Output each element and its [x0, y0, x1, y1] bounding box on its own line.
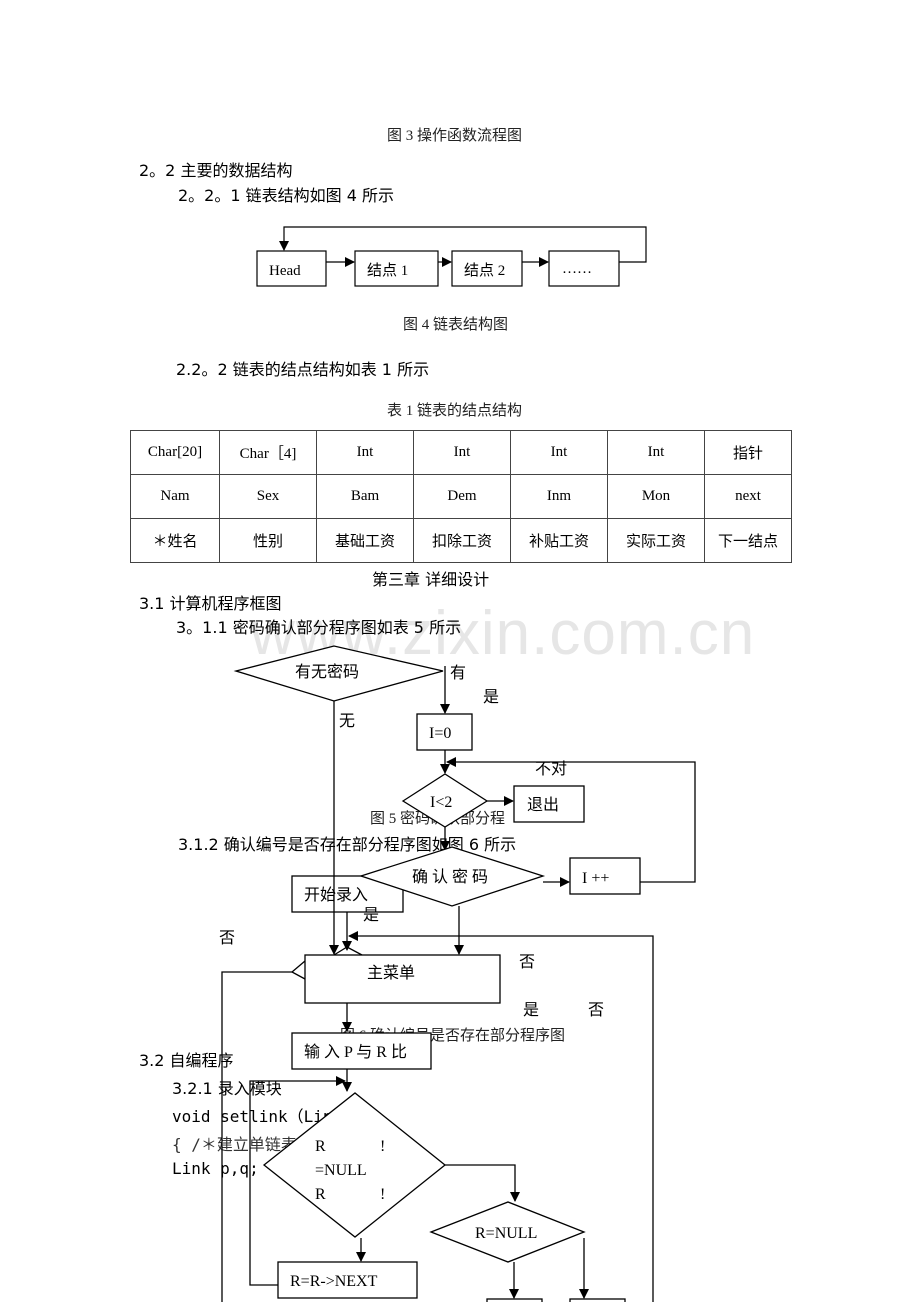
branch-label-shi: 是 — [363, 907, 379, 924]
r-cond-label: =NULL — [315, 1162, 367, 1179]
main-menu-label: 主菜单 — [367, 964, 415, 982]
flow-connector — [290, 960, 306, 980]
branch-label-wu: 无 — [339, 713, 355, 730]
branch-label-fou: 否 — [588, 1002, 604, 1019]
r-cond-label: R — [315, 1138, 326, 1155]
confirm-password-label: 确 认 密 码 — [412, 868, 488, 886]
flow-arrow — [445, 1164, 520, 1202]
branch-label-shi: 是 — [483, 689, 499, 706]
branch-label-fou: 否 — [219, 930, 235, 947]
r-cond-label: ! — [380, 1138, 385, 1155]
password-flowchart: 有无密码 I=0 I<2 退出 确 认 密 码 I ++ 开始录入 主菜单 输 … — [219, 645, 696, 1302]
r-null-label: R=NULL — [475, 1225, 537, 1242]
exit-label: 退出 — [527, 796, 559, 814]
branch-label-fou: 否 — [519, 954, 535, 971]
i-increment-label: I ++ — [582, 870, 609, 887]
branch-label-you: 有 — [450, 664, 466, 682]
start-input-label: 开始录入 — [304, 886, 368, 904]
r-cond-label: ! — [380, 1186, 385, 1203]
branch-label-shi: 是 — [523, 1002, 539, 1019]
branch-label-budui: 不对 — [535, 760, 567, 778]
r-cond-label: R — [315, 1186, 326, 1203]
flow-connector — [333, 946, 363, 956]
r-next-label: R=R->NEXT — [290, 1273, 378, 1290]
has-password-label: 有无密码 — [295, 663, 359, 681]
i-zero-label: I=0 — [429, 725, 451, 742]
flow-connector — [221, 971, 292, 1302]
input-p-r-label: 输 入 P 与 R 比 — [304, 1043, 407, 1061]
i-lt-2-label: I<2 — [430, 794, 452, 811]
